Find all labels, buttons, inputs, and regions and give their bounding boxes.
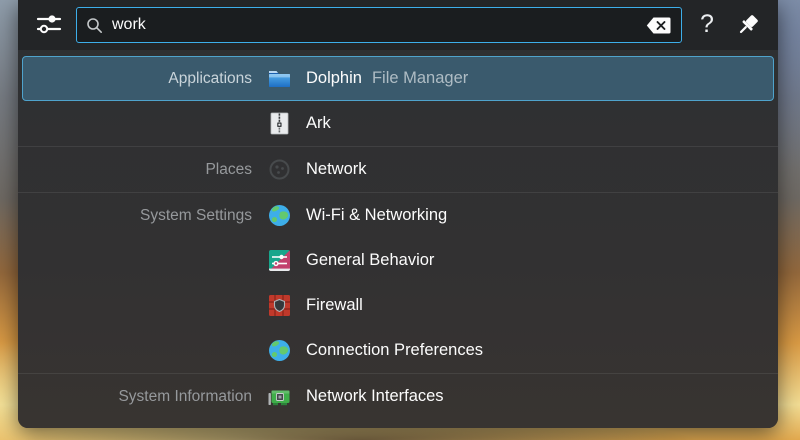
result-label: Ark <box>306 114 331 133</box>
globe-network-icon <box>267 203 292 228</box>
result-category-label: System Information <box>19 388 267 406</box>
clear-search-button[interactable] <box>643 12 673 38</box>
result-label: Network <box>306 160 367 179</box>
result-label: Network Interfaces <box>306 387 444 406</box>
result-category-label: System Settings <box>19 207 267 225</box>
network-place-icon <box>267 157 292 182</box>
result-label: Wi-Fi & Networking <box>306 206 447 225</box>
backspace-clear-icon <box>646 17 671 34</box>
pin-button[interactable] <box>728 7 766 43</box>
result-label: Dolphin <box>306 69 362 88</box>
sliders-settings-icon <box>34 9 64 42</box>
result-label: General Behavior <box>306 251 434 270</box>
search-field-container <box>76 7 682 43</box>
result-row-network[interactable]: Places Network <box>18 147 778 192</box>
magnifier-icon <box>86 17 103 34</box>
settings-sliders-icon <box>267 248 292 273</box>
help-button[interactable]: ? <box>690 7 724 43</box>
ark-archiver-icon <box>267 111 292 136</box>
result-label: Connection Preferences <box>306 341 483 360</box>
result-row-ark[interactable]: Ark <box>18 101 778 146</box>
pin-icon <box>734 12 761 39</box>
network-card-icon <box>267 384 292 409</box>
result-row-dolphin[interactable]: Applications Dolphin File Manager <box>22 56 774 101</box>
result-row-network-interfaces[interactable]: System Information Network Interfaces <box>18 374 778 419</box>
result-row-connection-preferences[interactable]: Connection Preferences <box>18 328 778 373</box>
results-list: Applications Dolphin File Manager Ark Pl… <box>18 50 778 428</box>
search-input[interactable] <box>112 16 643 34</box>
result-row-general-behavior[interactable]: General Behavior <box>18 238 778 283</box>
result-label: Firewall <box>306 296 363 315</box>
result-row-firewall[interactable]: Firewall <box>18 283 778 328</box>
result-sublabel: File Manager <box>372 69 468 88</box>
firewall-icon <box>267 293 292 318</box>
krunner-panel: ? Applications Dolphin File Manager Ark <box>18 0 778 428</box>
wallpaper-mountains <box>0 426 800 440</box>
globe-network-icon <box>267 338 292 363</box>
configure-krunner-button[interactable] <box>32 8 66 42</box>
result-row-wi-fi-networking[interactable]: System Settings Wi-Fi & Networking <box>18 193 778 238</box>
result-category-label: Applications <box>23 70 267 88</box>
result-category-label: Places <box>19 161 267 179</box>
search-bar: ? <box>18 0 778 50</box>
dolphin-folder-icon <box>267 66 292 91</box>
